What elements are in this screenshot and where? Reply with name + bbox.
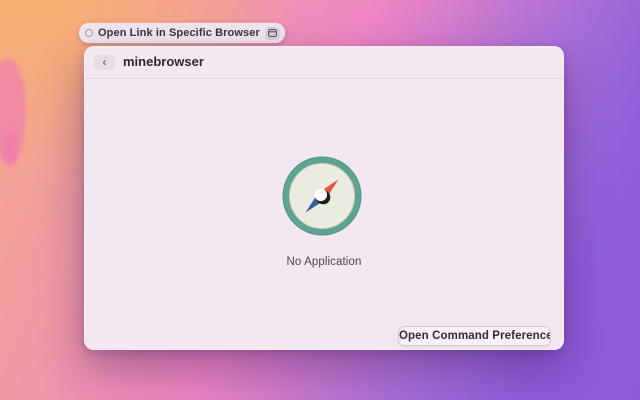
chevron-left-icon: ‹ [102,55,107,69]
open-command-preferences-label: Open Command Preferences [399,330,551,342]
search-bar: ‹ minebrowser [84,46,564,78]
search-input[interactable]: minebrowser [123,46,204,78]
command-pill-label: Open Link in Specific Browser [98,27,260,39]
empty-state-message: No Application [286,256,362,268]
back-button[interactable]: ‹ [94,55,115,70]
compass-icon [282,156,362,236]
launcher-window: ‹ minebrowser No Application Open Comman… [84,46,564,350]
command-pill[interactable]: Open Link in Specific Browser [79,23,285,43]
record-circle-icon [85,29,93,37]
open-command-preferences-button[interactable]: Open Command Preferences >_ [398,326,551,346]
header-divider [84,78,564,79]
paint-stroke [2,132,18,164]
desktop-background: Open Link in Specific Browser ‹ minebrow… [0,0,640,400]
browser-badge-icon [264,26,280,40]
